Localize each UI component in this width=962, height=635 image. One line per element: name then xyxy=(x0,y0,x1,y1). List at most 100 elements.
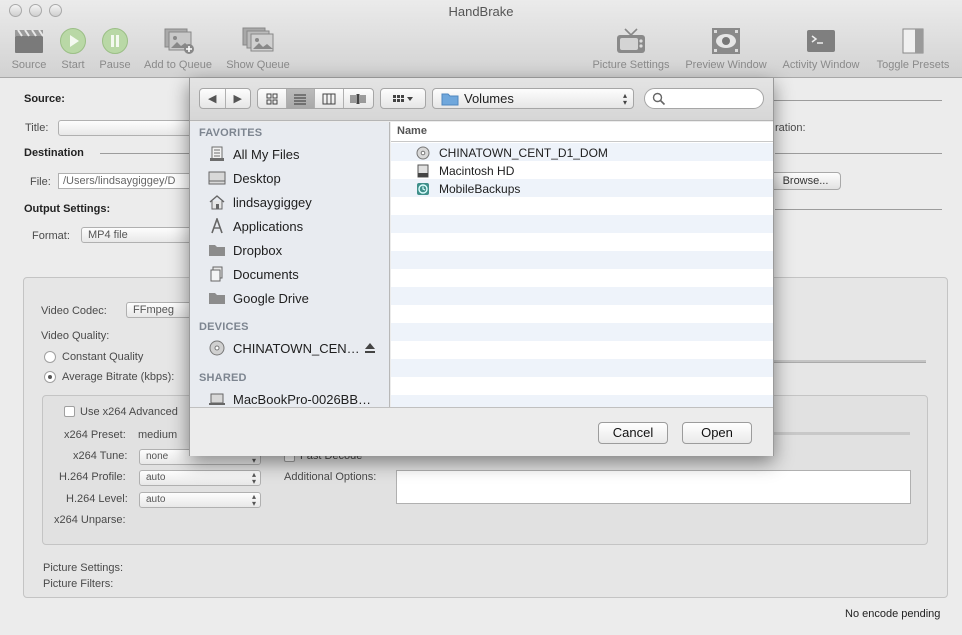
folder-icon xyxy=(209,245,225,256)
browse-button[interactable]: Browse... xyxy=(770,172,841,190)
icon-view-icon xyxy=(266,93,278,104)
file-row-macintosh-hd[interactable]: Macintosh HD xyxy=(415,162,514,180)
chevron-right-icon: ▶ xyxy=(233,93,242,105)
toolbar-activity-window-button[interactable]: Activity Window xyxy=(777,26,865,71)
sidebar-item-all-my-files[interactable]: All My Files xyxy=(207,143,387,165)
sidebar-item-label: Applications xyxy=(233,218,304,234)
play-icon xyxy=(60,28,86,54)
format-popup[interactable]: MP4 file xyxy=(81,227,196,243)
sidebar-item-label: Desktop xyxy=(233,170,281,186)
shared-header: SHARED xyxy=(199,372,247,384)
quality-slider[interactable] xyxy=(774,360,926,363)
dvd-icon xyxy=(209,340,225,356)
eject-icon[interactable] xyxy=(364,342,376,354)
chevron-left-icon: ◀ xyxy=(208,93,217,105)
toolbar-start-button[interactable]: Start xyxy=(56,26,90,71)
open-file-dialog: ◀ ▶ Volumes ▴ ▾ FAVORITES All My Files D… xyxy=(189,78,774,456)
dialog-button-bar: Cancel Open xyxy=(190,407,773,456)
drawer-icon xyxy=(902,28,924,54)
time-machine-icon xyxy=(417,183,429,195)
file-label: File: xyxy=(30,176,51,188)
video-codec-value: FFmpeg xyxy=(133,304,174,316)
toolbar-show-queue-button[interactable]: Show Queue xyxy=(224,26,292,71)
name-column-header[interactable]: Name xyxy=(391,122,773,142)
list-stripe xyxy=(391,215,773,233)
hard-drive-icon xyxy=(417,164,429,178)
column-view-button[interactable] xyxy=(315,89,344,108)
toolbar-picture-settings-button[interactable]: Picture Settings xyxy=(588,26,674,71)
destination-divider-left xyxy=(100,153,190,154)
sidebar-item-label: CHINATOWN_CEN… xyxy=(233,340,360,356)
applications-icon xyxy=(211,218,223,234)
file-row-chinatown[interactable]: CHINATOWN_CENT_D1_DOM xyxy=(415,144,608,162)
open-button[interactable]: Open xyxy=(682,422,752,444)
destination-file-field[interactable]: /Users/lindsaygiggey/D xyxy=(58,173,198,189)
average-bitrate-radio[interactable] xyxy=(44,371,56,383)
h264-level-label: H.264 Level: xyxy=(66,493,128,505)
sidebar-item-google-drive[interactable]: Google Drive xyxy=(207,287,387,309)
eye-film-icon xyxy=(712,28,740,54)
arrange-menu-button[interactable] xyxy=(380,88,426,109)
sidebar-item-label: All My Files xyxy=(233,146,300,162)
tv-icon xyxy=(617,28,645,53)
use-x264-checkbox[interactable] xyxy=(64,406,75,417)
format-label: Format: xyxy=(32,230,70,242)
list-stripe xyxy=(391,323,773,341)
list-stripe xyxy=(391,395,773,407)
window-title: HandBrake xyxy=(448,4,514,19)
use-x264-label: Use x264 Advanced xyxy=(80,406,178,418)
folder-icon xyxy=(209,293,225,304)
h264-level-popup[interactable]: auto ▴ ▾ xyxy=(139,492,261,508)
video-codec-popup[interactable]: FFmpeg xyxy=(126,302,196,318)
all-files-icon xyxy=(210,146,224,161)
toolbar-preview-window-button[interactable]: Preview Window xyxy=(681,26,771,71)
sidebar-item-desktop[interactable]: Desktop xyxy=(207,167,387,189)
file-row-mobilebackups[interactable]: MobileBackups xyxy=(415,180,520,198)
forward-button[interactable]: ▶ xyxy=(226,89,251,108)
file-name: CHINATOWN_CENT_D1_DOM xyxy=(439,146,608,160)
average-bitrate-label: Average Bitrate (kbps): xyxy=(62,371,175,383)
back-button[interactable]: ◀ xyxy=(200,89,226,108)
sidebar-item-label: Documents xyxy=(233,266,299,282)
cancel-button[interactable]: Cancel xyxy=(598,422,668,444)
title-popup[interactable] xyxy=(58,120,198,136)
icon-view-button[interactable] xyxy=(258,89,287,108)
toolbar-add-to-queue-button[interactable]: Add to Queue xyxy=(140,26,216,71)
terminal-icon xyxy=(807,30,835,52)
constant-quality-radio[interactable] xyxy=(44,351,56,363)
sidebar-item-applications[interactable]: Applications xyxy=(207,215,387,237)
list-view-button[interactable] xyxy=(286,89,316,108)
dialog-sidebar: FAVORITES All My Files Desktop lindsaygi… xyxy=(190,122,390,407)
toolbar-pause-button[interactable]: Pause xyxy=(97,26,133,71)
documents-icon xyxy=(210,266,223,282)
additional-options-field[interactable] xyxy=(396,470,911,504)
popup-arrows-icon: ▴▾ xyxy=(251,492,256,508)
location-label: Volumes xyxy=(464,91,514,106)
window-toolbar: HandBrake Source Start Pause Add to Queu… xyxy=(0,0,962,78)
sidebar-item-documents[interactable]: Documents xyxy=(207,263,387,285)
column-view-icon xyxy=(322,93,336,104)
folder-icon xyxy=(441,93,459,105)
sidebar-item-home[interactable]: lindsaygiggey xyxy=(207,191,387,213)
view-mode-control xyxy=(257,88,374,109)
pause-icon xyxy=(102,28,128,54)
arrange-icon xyxy=(393,94,413,102)
search-icon xyxy=(652,92,666,106)
source-divider xyxy=(770,100,942,101)
cover-flow-button[interactable] xyxy=(344,89,373,108)
toolbar-source-button[interactable]: Source xyxy=(8,26,50,71)
video-quality-label: Video Quality: xyxy=(41,330,110,342)
sidebar-item-dropbox[interactable]: Dropbox xyxy=(207,239,387,261)
file-list: Name CHINATOWN_CENT_D1_DOM Macintosh HD … xyxy=(391,122,773,407)
h264-profile-popup[interactable]: auto ▴ ▾ xyxy=(139,470,261,486)
x264-preset-label: x264 Preset: xyxy=(64,429,126,441)
sidebar-item-dvd[interactable]: CHINATOWN_CEN… xyxy=(207,337,387,359)
video-codec-label: Video Codec: xyxy=(41,305,107,317)
sidebar-item-macbookpro[interactable]: MacBookPro-0026BB… xyxy=(207,388,387,407)
search-field[interactable] xyxy=(644,88,764,109)
file-name: MobileBackups xyxy=(439,182,521,196)
constant-quality-label: Constant Quality xyxy=(62,351,144,363)
back-forward-control: ◀ ▶ xyxy=(199,88,251,109)
toolbar-toggle-presets-button[interactable]: Toggle Presets xyxy=(872,26,954,71)
location-popup[interactable]: Volumes ▴ ▾ xyxy=(432,88,634,109)
